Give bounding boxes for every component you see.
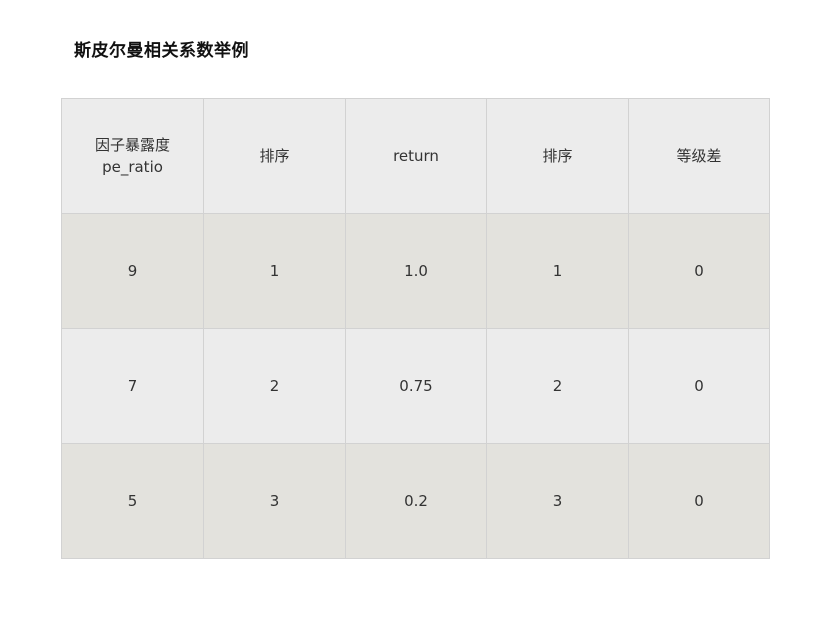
table-cell: 3 bbox=[486, 443, 629, 559]
header-return: return bbox=[345, 98, 487, 214]
table-cell: 0.75 bbox=[345, 328, 487, 444]
table-cell: 1 bbox=[203, 213, 346, 329]
table-row: 7 2 0.75 2 0 bbox=[61, 328, 770, 444]
header-rank-2: 排序 bbox=[486, 98, 629, 214]
table-cell: 0 bbox=[628, 443, 770, 559]
table-cell: 3 bbox=[203, 443, 346, 559]
header-factor-exposure-line-1: 因子暴露度 bbox=[94, 136, 170, 154]
header-return-label: return bbox=[393, 147, 439, 165]
table-header-row: 因子暴露度 pe_ratio 排序 return 排序 等级差 bbox=[61, 98, 770, 214]
spearman-example-table: 因子暴露度 pe_ratio 排序 return 排序 等级差 9 1 1.0 … bbox=[61, 98, 770, 559]
table-cell: 0 bbox=[628, 328, 770, 444]
header-rank-2-label: 排序 bbox=[542, 147, 573, 165]
header-rank-1-label: 排序 bbox=[259, 147, 290, 165]
table-cell: 1 bbox=[486, 213, 629, 329]
table-cell: 5 bbox=[61, 443, 204, 559]
table-cell: 7 bbox=[61, 328, 204, 444]
header-rank-difference: 等级差 bbox=[628, 98, 770, 214]
header-rank-difference-label: 等级差 bbox=[676, 147, 722, 165]
table-cell: 0.2 bbox=[345, 443, 487, 559]
table-row: 9 1 1.0 1 0 bbox=[61, 213, 770, 329]
table-cell: 2 bbox=[203, 328, 346, 444]
table-cell: 2 bbox=[486, 328, 629, 444]
table-cell: 1.0 bbox=[345, 213, 487, 329]
table-cell: 9 bbox=[61, 213, 204, 329]
header-factor-exposure-line-2: pe_ratio bbox=[102, 158, 163, 176]
header-rank-1: 排序 bbox=[203, 98, 346, 214]
page-title: 斯皮尔曼相关系数举例 bbox=[74, 41, 249, 61]
header-factor-exposure: 因子暴露度 pe_ratio bbox=[61, 98, 204, 214]
table-row: 5 3 0.2 3 0 bbox=[61, 443, 770, 559]
table-cell: 0 bbox=[628, 213, 770, 329]
